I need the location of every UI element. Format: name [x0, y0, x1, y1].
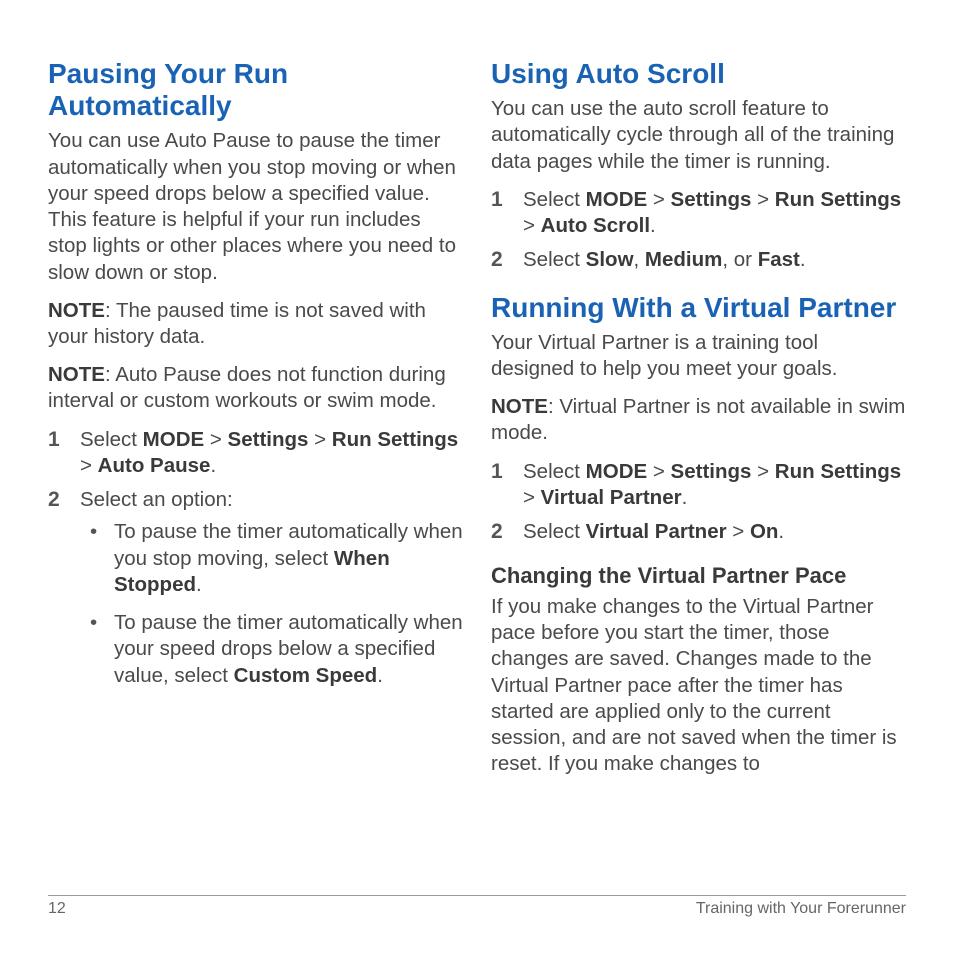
menu-item: MODE	[586, 188, 648, 211]
paragraph: You can use Auto Pause to pause the time…	[48, 128, 463, 285]
steps-list: Select MODE > Settings > Run Settings > …	[491, 187, 906, 274]
paragraph: Your Virtual Partner is a training tool …	[491, 330, 906, 382]
note-text: : The paused time is not saved with your…	[48, 299, 426, 348]
option: Medium	[645, 248, 722, 271]
option: On	[750, 520, 778, 543]
menu-item: Settings	[671, 460, 752, 483]
steps-list: Select MODE > Settings > Run Settings > …	[491, 459, 906, 546]
menu-item: Run Settings	[775, 460, 901, 483]
text: >	[751, 188, 774, 211]
section-title: Training with Your Forerunner	[696, 900, 906, 918]
heading-virtual-partner: Running With a Virtual Partner	[491, 292, 906, 324]
note-label: NOTE	[48, 299, 105, 322]
step-item: Select Virtual Partner > On.	[491, 519, 906, 545]
note: NOTE: Auto Pause does not function durin…	[48, 362, 463, 414]
text: ,	[634, 248, 645, 271]
note-text: : Virtual Partner is not available in sw…	[491, 395, 905, 444]
left-column: Pausing Your Run Automatically You can u…	[48, 58, 463, 777]
paragraph: You can use the auto scroll feature to a…	[491, 96, 906, 175]
text: >	[647, 188, 670, 211]
step-item: Select MODE > Settings > Run Settings > …	[48, 427, 463, 479]
text: >	[727, 520, 750, 543]
text: >	[204, 428, 227, 451]
text: .	[682, 486, 688, 509]
step-item: Select Slow, Medium, or Fast.	[491, 247, 906, 273]
text: .	[800, 248, 806, 271]
heading-autoscroll: Using Auto Scroll	[491, 58, 906, 90]
text: , or	[722, 248, 757, 271]
menu-item: Settings	[228, 428, 309, 451]
text: Select	[523, 520, 586, 543]
menu-item: Virtual Partner	[541, 486, 682, 509]
menu-item: Run Settings	[332, 428, 458, 451]
menu-item: Settings	[671, 188, 752, 211]
text: .	[778, 520, 784, 543]
menu-item: MODE	[143, 428, 205, 451]
text: .	[210, 454, 216, 477]
option: Custom Speed	[234, 664, 378, 687]
option: Slow	[586, 248, 634, 271]
note-label: NOTE	[491, 395, 548, 418]
menu-item: MODE	[586, 460, 648, 483]
steps-list: Select MODE > Settings > Run Settings > …	[48, 427, 463, 689]
menu-item: Auto Scroll	[541, 214, 650, 237]
text: Select an option:	[80, 488, 233, 511]
text: >	[523, 214, 541, 237]
text: .	[650, 214, 656, 237]
note-text: : Auto Pause does not function during in…	[48, 363, 446, 412]
step-item: Select MODE > Settings > Run Settings > …	[491, 187, 906, 239]
text: >	[523, 486, 541, 509]
step-item: Select an option: To pause the timer aut…	[48, 487, 463, 689]
text: Select	[523, 460, 586, 483]
bullet-item: To pause the timer automatically when yo…	[80, 519, 463, 598]
subheading-changing-pace: Changing the Virtual Partner Pace	[491, 563, 906, 589]
text: >	[80, 454, 98, 477]
paragraph: If you make changes to the Virtual Partn…	[491, 594, 906, 778]
option: Fast	[758, 248, 800, 271]
note: NOTE: Virtual Partner is not available i…	[491, 394, 906, 446]
columns: Pausing Your Run Automatically You can u…	[48, 58, 906, 777]
page-footer: 12 Training with Your Forerunner	[48, 895, 906, 918]
menu-item: Virtual Partner	[586, 520, 727, 543]
text: >	[647, 460, 670, 483]
text: To pause the timer automatically when yo…	[114, 520, 463, 569]
bullet-list: To pause the timer automatically when yo…	[80, 519, 463, 688]
right-column: Using Auto Scroll You can use the auto s…	[491, 58, 906, 777]
menu-item: Run Settings	[775, 188, 901, 211]
page: Pausing Your Run Automatically You can u…	[0, 0, 954, 954]
note-label: NOTE	[48, 363, 105, 386]
page-number: 12	[48, 900, 66, 918]
text: Select	[523, 188, 586, 211]
note: NOTE: The paused time is not saved with …	[48, 298, 463, 350]
text: >	[751, 460, 774, 483]
text: .	[377, 664, 383, 687]
bullet-item: To pause the timer automatically when yo…	[80, 610, 463, 689]
step-item: Select MODE > Settings > Run Settings > …	[491, 459, 906, 511]
text: .	[196, 573, 202, 596]
menu-item: Auto Pause	[98, 454, 211, 477]
heading-pausing: Pausing Your Run Automatically	[48, 58, 463, 122]
text: Select	[523, 248, 586, 271]
text: >	[308, 428, 331, 451]
text: Select	[80, 428, 143, 451]
